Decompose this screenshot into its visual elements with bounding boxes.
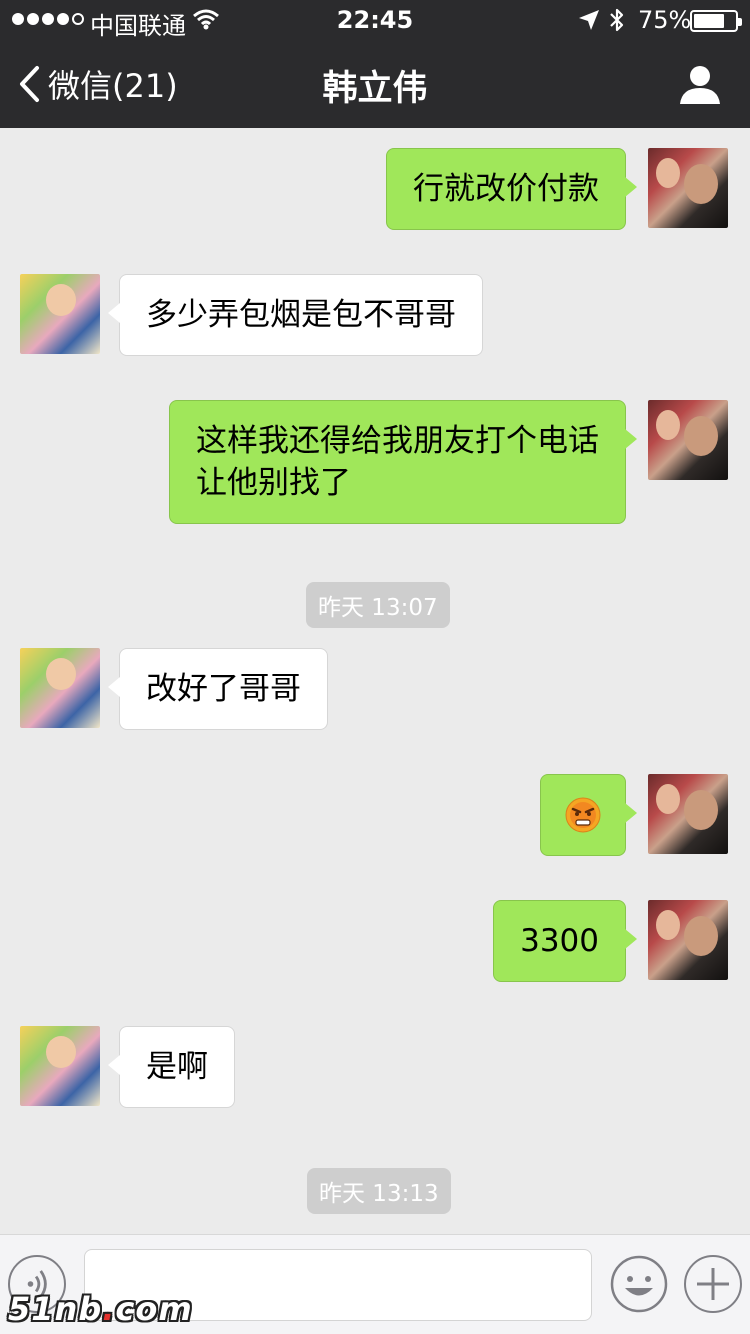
top-bar: 中国联通 22:45 75% 微信(21) 韩立伟 [0,0,750,128]
message-bubble-sent-emoji[interactable] [540,774,637,856]
contact-avatar[interactable] [20,648,100,728]
watermark-logo: 51nb.com [8,1290,193,1328]
chat-title: 韩立伟 [322,69,428,109]
timestamp: 昨天 13:13 [307,1168,451,1214]
battery-icon [690,10,742,32]
location-arrow-icon [579,10,599,30]
chat-area[interactable]: 行就改价付款 多少弄包烟是包不哥哥 这样我还得给我朋友打个电话 让他别找了 昨天… [0,128,750,1234]
bluetooth-icon [610,8,624,32]
angry-face-icon [565,797,601,833]
status-bar: 中国联通 22:45 75% [0,0,750,40]
plus-icon[interactable] [684,1255,742,1313]
battery-percent: 75% [638,6,692,34]
emoji-button-icon[interactable] [610,1255,668,1313]
message-bubble-received[interactable]: 多少弄包烟是包不哥哥 [108,274,483,356]
my-avatar[interactable] [648,900,728,980]
contact-avatar[interactable] [20,1026,100,1106]
message-bubble-sent[interactable]: 这样我还得给我朋友打个电话 让他别找了 [169,400,637,524]
message-line: 让他别找了 [196,465,351,501]
message-bubble-received[interactable]: 改好了哥哥 [108,648,328,730]
person-icon[interactable] [680,64,720,104]
timestamp: 昨天 13:07 [306,582,450,628]
my-avatar[interactable] [648,400,728,480]
my-avatar[interactable] [648,774,728,854]
navigation-bar: 微信(21) 韩立伟 [0,40,750,128]
message-bubble-sent[interactable]: 行就改价付款 [386,148,637,230]
message-bubble-sent[interactable]: 3300 [493,900,637,982]
battery-level-fill [694,14,724,28]
my-avatar[interactable] [648,148,728,228]
contact-avatar[interactable] [20,274,100,354]
message-line: 这样我还得给我朋友打个电话 [196,423,599,459]
message-bubble-received[interactable]: 是啊 [108,1026,235,1108]
